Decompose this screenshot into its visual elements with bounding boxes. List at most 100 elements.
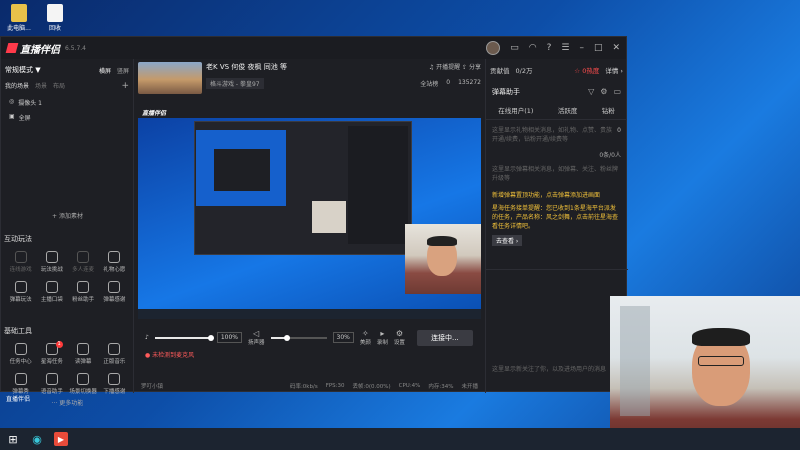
player-name: 罗叮小镇: [141, 384, 164, 390]
desktop-icon-file[interactable]: 回收: [38, 4, 72, 32]
tool-button[interactable]: 读弹幕: [68, 343, 99, 365]
filter-icon[interactable]: ▽: [588, 87, 594, 97]
tab-online-users[interactable]: 在线用户(1): [498, 105, 533, 115]
edge-browser-icon[interactable]: ◉: [30, 432, 44, 446]
chat-icon[interactable]: ▭: [613, 87, 621, 97]
likes-count: 0: [446, 79, 451, 86]
tool-button[interactable]: 1 星海任务: [36, 341, 67, 365]
mic-icon[interactable]: ♪: [145, 334, 149, 341]
notification-badge: 1: [55, 341, 63, 348]
contribution-label: 贡献值: [490, 67, 510, 75]
tool-label: 场景切换器: [69, 389, 97, 395]
interactive-feature-button[interactable]: 玩法挑战: [36, 251, 67, 273]
interactive-feature-icon: [45, 251, 58, 263]
minimize-icon[interactable]: –: [579, 43, 584, 53]
app-version: 6.5.7.4: [65, 44, 86, 52]
landscape-toggle[interactable]: 横屏: [99, 66, 111, 75]
interactive-feature-button[interactable]: 多人连麦: [68, 251, 99, 273]
windows-start-icon[interactable]: ⊞: [6, 432, 20, 446]
screen-icon: ▣: [9, 113, 15, 120]
cpu-usage: CPU:4%: [398, 383, 421, 389]
mic-warning: ● 未检测到麦克风: [145, 352, 195, 359]
speaker-button[interactable]: ◁ 扬声器: [248, 329, 265, 346]
maximize-icon[interactable]: □: [594, 43, 603, 53]
settings-icon[interactable]: ⚙: [600, 87, 607, 97]
tool-icon: [108, 373, 121, 385]
file-icon: [47, 4, 63, 22]
view-task-button[interactable]: 去查看 ›: [492, 235, 523, 246]
nested-taskbar: [138, 309, 481, 319]
add-scene-icon[interactable]: +: [121, 81, 129, 91]
interactive-feature-button[interactable]: 主播口袋: [36, 281, 67, 303]
tool-button[interactable]: 弹幕秀: [5, 373, 36, 395]
tool-button[interactable]: 语音助手: [36, 373, 67, 395]
tab-diamond-fans[interactable]: 钻粉: [602, 105, 615, 115]
stream-preview[interactable]: 直播伴侣: [138, 106, 481, 319]
hair: [427, 236, 457, 246]
headset-icon[interactable]: ◠: [529, 43, 537, 53]
beauty-button[interactable]: ✧ 美颜: [360, 329, 371, 346]
scene-label: 全屏: [18, 115, 31, 122]
scene-item-camera[interactable]: ◎ 摄像头 1: [1, 95, 133, 110]
user-avatar[interactable]: [486, 41, 501, 55]
scene-item-fullscreen[interactable]: ▣ 全屏: [1, 110, 133, 125]
interactive-feature-icon: [108, 251, 121, 263]
tool-button[interactable]: 下播感谢: [99, 373, 130, 395]
fps: FPS:30: [325, 383, 345, 389]
tool-button[interactable]: 正版音乐: [99, 343, 130, 365]
live-companion-app-icon[interactable]: ▶: [54, 432, 68, 446]
interactive-feature-button[interactable]: 弹幕感谢: [99, 281, 130, 303]
tab-activity[interactable]: 活跃度: [558, 105, 578, 115]
follow-message-placeholder: 这里显示新关注了你，以及进场用户的消息: [492, 366, 607, 373]
connect-button[interactable]: 连接中...: [416, 329, 473, 346]
gift-message-placeholder: 这里显示礼物相关消息，如礼物、点赞、贵族开通/续费，钻粉开通/续费等 0: [492, 127, 621, 143]
detail-link[interactable]: 详情 ›: [605, 65, 623, 75]
camera-icon: ◎: [9, 98, 15, 105]
mode-selector[interactable]: 常规模式 ▼: [5, 65, 41, 75]
room-cover[interactable]: [138, 62, 202, 94]
tab-scenes[interactable]: 场景: [35, 81, 47, 91]
pin-feature-notice[interactable]: 新增弹幕置顶功能，点击弹幕添加进画面: [486, 189, 627, 202]
nested-camera: [312, 201, 346, 233]
menu-icon[interactable]: ☰: [561, 43, 569, 53]
notice-button[interactable]: 开播提醒: [436, 64, 460, 71]
speaker-volume-slider[interactable]: [270, 334, 327, 341]
tool-icon: [14, 373, 27, 385]
mic-volume-slider[interactable]: [154, 334, 214, 341]
tool-button[interactable]: 场景切换器: [68, 373, 99, 395]
close-icon[interactable]: ✕: [612, 43, 620, 53]
room-header: 老K VS 何俊 夜枫 同池 等 格斗游戏 - 拳皇97 ♫ 开播提醒 ⇪ 分享…: [135, 59, 484, 97]
coins-value: 0/2万: [515, 67, 533, 75]
record-button[interactable]: ▸ 录制: [377, 329, 388, 346]
interactive-feature-button[interactable]: 弹幕玩法: [5, 281, 36, 303]
live-status: 未开播: [461, 384, 478, 390]
room-title[interactable]: 老K VS 何俊 夜枫 同池 等: [206, 62, 416, 72]
share-button[interactable]: 分享: [469, 64, 481, 71]
nested-preview-inner: [214, 149, 270, 191]
help-icon[interactable]: ?: [547, 43, 552, 53]
tab-my-scenes[interactable]: 我的场景: [5, 81, 29, 91]
message-icon[interactable]: ▭: [510, 43, 519, 53]
mic-volume-value: 100%: [216, 332, 242, 343]
rank-button[interactable]: 全站榜: [420, 79, 438, 88]
interactive-feature-button[interactable]: 礼物心愿: [99, 251, 130, 273]
interactive-feature-icon: [14, 281, 27, 293]
bitrate: 码率:0kb/s: [289, 384, 318, 390]
interactive-feature-button[interactable]: 连线游戏: [5, 251, 36, 273]
speaker-icon: ◁: [253, 329, 260, 338]
tab-layout[interactable]: 布局: [53, 81, 65, 91]
room-category[interactable]: 格斗游戏 - 拳皇97: [206, 78, 264, 89]
tool-button[interactable]: 任务中心: [5, 343, 36, 365]
hair: [692, 328, 750, 346]
portrait-toggle[interactable]: 竖屏: [117, 66, 129, 75]
status-bar: 罗叮小镇 码率:0kb/s FPS:30 丢帧:0(0.00%) CPU:4% …: [135, 380, 484, 392]
desktop-icon-folder[interactable]: 此电脑...: [2, 4, 36, 32]
background-shelf: [620, 306, 650, 416]
settings-button[interactable]: ⚙ 设置: [394, 329, 405, 346]
add-source-button[interactable]: + 添加素材: [1, 211, 134, 220]
camera-source[interactable]: [405, 224, 481, 294]
interactive-feature-button[interactable]: 粉丝助手: [68, 281, 99, 303]
memory-usage: 内存:34%: [428, 384, 454, 390]
tool-icon: [108, 343, 121, 355]
interactive-feature-label: 粉丝助手: [72, 297, 95, 303]
